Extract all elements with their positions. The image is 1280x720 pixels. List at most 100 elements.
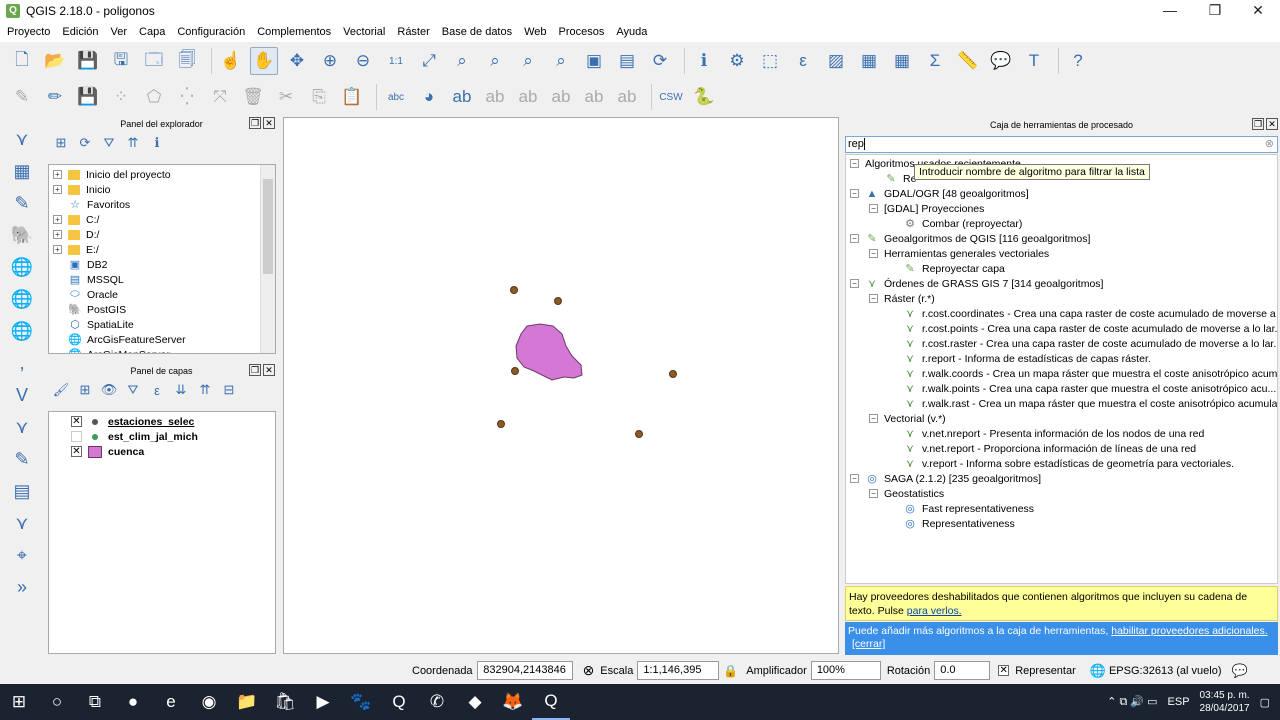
menu-item-7[interactable]: Ráster (392, 26, 436, 38)
pan-to-selection-icon[interactable]: ✥ (283, 47, 311, 75)
algorithm-tree-item[interactable]: − Geostatistics (850, 486, 1277, 501)
zoom-full-icon[interactable]: ⤢ (415, 47, 443, 75)
show-providers-link[interactable]: para verlos. (907, 605, 962, 617)
add-wms-layer-icon[interactable]: 🌐 (4, 252, 40, 282)
algorithm-tree-item[interactable]: ✎ Reproyectar capa (850, 261, 1277, 276)
expand-all-icon[interactable]: ⇊ (172, 382, 190, 398)
tray-icons[interactable]: ⌃ ⧉ 🔊 ▭ (1107, 695, 1157, 709)
add-virtual-layer-icon[interactable]: V (4, 380, 40, 410)
algorithm-tree-item[interactable]: − ◎ SAGA (2.1.2) [235 geoalgoritmos] (850, 471, 1277, 486)
pin-labels-icon[interactable]: ab (481, 83, 509, 111)
action-icon[interactable]: ⚙ (723, 47, 751, 75)
add-selected-icon[interactable]: ⊞ (52, 135, 70, 151)
collapse-all-icon[interactable]: ⇈ (124, 135, 142, 151)
collapse-icon[interactable]: − (850, 279, 859, 288)
zoom-layer-icon[interactable]: ⌕ (481, 47, 509, 75)
field-calculator-icon[interactable]: ▦ (888, 47, 916, 75)
close-info-link[interactable]: [cerrar] (852, 638, 885, 650)
zoom-in-icon[interactable]: ⊕ (316, 47, 344, 75)
algorithm-tree-item[interactable]: − Herramientas generales vectoriales (850, 246, 1277, 261)
map-canvas[interactable] (283, 117, 839, 654)
style-icon[interactable]: 🖌 (52, 382, 70, 398)
qgis-active-icon[interactable]: Q (532, 684, 570, 720)
add-vector-layer-icon[interactable]: ⋎ (4, 124, 40, 154)
algorithm-search-input[interactable]: rep ⊗ (845, 136, 1278, 153)
new-temp-layer-icon[interactable]: ⋎ (4, 508, 40, 538)
browser-item[interactable]: +⬭Oracle (53, 287, 275, 302)
qgis-icon[interactable]: Q (380, 684, 418, 720)
new-bookmark-icon[interactable]: ▣ (580, 47, 608, 75)
browser-item[interactable]: + Inicio del proyecto (53, 167, 275, 182)
add-feature-icon[interactable]: ⁘ (107, 83, 135, 111)
cut-features-icon[interactable]: ✂ (272, 83, 300, 111)
touch-zoom-icon[interactable]: ☝ (217, 47, 245, 75)
expand-icon[interactable]: + (53, 185, 62, 194)
lock-scale-icon[interactable]: 🔒 (723, 664, 738, 678)
algorithm-tree-item[interactable]: ⋎ r.walk.points - Crea una capa raster qu… (850, 381, 1277, 396)
more-icon[interactable]: » (4, 572, 40, 602)
layer-visibility-checkbox[interactable] (71, 431, 82, 442)
float-button[interactable]: ❐ (249, 117, 261, 129)
algorithm-tree-item[interactable]: ⋎ r.walk.rast - Crea un mapa ráster que m… (850, 396, 1277, 411)
algorithm-tree-item[interactable]: − Ráster (r.*) (850, 291, 1277, 306)
app-icon[interactable]: ◆ (456, 684, 494, 720)
collapse-icon[interactable]: − (869, 414, 878, 423)
menu-item-1[interactable]: Edición (57, 26, 105, 38)
algorithm-tree-item[interactable]: − ▲ GDAL/OGR [48 geoalgoritmos] (850, 186, 1277, 201)
manage-visibility-icon[interactable]: 👁 (100, 382, 118, 398)
browser-item[interactable]: + D:/ (53, 227, 275, 242)
add-polygon-icon[interactable]: ⬠ (140, 83, 168, 111)
browser-scrollbar[interactable] (260, 165, 275, 353)
highlight-labels-icon[interactable]: ab (448, 83, 476, 111)
render-checkbox[interactable]: ✕ (998, 665, 1010, 676)
menu-item-0[interactable]: Proyecto (2, 26, 57, 38)
csw-icon[interactable]: CSW (657, 83, 685, 111)
algorithm-tree-item[interactable]: ⋎ r.report - Informa de estadísticas de c… (850, 351, 1277, 366)
show-bookmarks-icon[interactable]: ▤ (613, 47, 641, 75)
pan-icon[interactable]: ✋ (250, 47, 278, 75)
algorithm-tree-item[interactable]: ⚙ Combar (reproyectar) (850, 216, 1277, 231)
remove-layer-icon[interactable]: ⊟ (220, 382, 238, 398)
browser-item[interactable]: +▣DB2 (53, 257, 275, 272)
algorithm-tree-item[interactable]: ⋎ r.cost.points - Crea una capa raster de… (850, 321, 1277, 336)
float-button[interactable]: ❐ (249, 364, 261, 376)
menu-item-4[interactable]: Configuración (172, 26, 252, 38)
maximize-button[interactable]: ❐ (1193, 0, 1237, 22)
store-icon[interactable]: 🛍 (266, 684, 304, 720)
label-tool-icon[interactable]: abc (382, 83, 410, 111)
measure-icon[interactable]: 📏 (954, 47, 982, 75)
algorithm-tree-item[interactable]: ⋎ v.net.nreport - Presenta información de… (850, 426, 1277, 441)
select-features-icon[interactable]: ⬚ (756, 47, 784, 75)
algorithm-tree-item[interactable]: ⋎ r.cost.raster - Crea una capa raster de… (850, 336, 1277, 351)
collapse-icon[interactable]: − (850, 474, 859, 483)
menu-item-5[interactable]: Complementos (252, 26, 338, 38)
notifications-icon[interactable]: ▢ (1260, 696, 1270, 709)
algorithm-tree-item[interactable]: ◎ Fast representativeness (850, 501, 1277, 516)
open-project-icon[interactable]: 📂 (41, 47, 69, 75)
save-project-icon[interactable]: 💾 (74, 47, 102, 75)
clear-search-icon[interactable]: ⊗ (1265, 137, 1274, 152)
algorithm-tree-item[interactable]: − ⋎ Órdenes de GRASS GIS 7 [314 geoalgorit… (850, 276, 1277, 291)
collapse-icon[interactable]: − (869, 249, 878, 258)
menu-item-2[interactable]: Ver (106, 26, 135, 38)
algorithm-tree-item[interactable]: ⋎ v.report - Informa sobre estadísticas d… (850, 456, 1277, 471)
menu-item-3[interactable]: Capa (134, 26, 172, 38)
scale-combo[interactable]: 1:1,146,395 (637, 661, 720, 680)
new-spatialite-icon[interactable]: ✎ (4, 444, 40, 474)
refresh-icon[interactable]: ⟳ (76, 135, 94, 151)
crs-icon[interactable]: 🌐 (1090, 663, 1106, 679)
change-label-icon[interactable]: ab (613, 83, 641, 111)
filter-expression-icon[interactable]: ε (148, 383, 166, 398)
clock[interactable]: 03:45 p. m. 28/04/2017 (1200, 689, 1250, 715)
algorithm-tree-item[interactable]: − Vectorial (v.*) (850, 411, 1277, 426)
zoom-selection-icon[interactable]: ⌕ (448, 47, 476, 75)
new-project-icon[interactable]: 🗋 (8, 47, 36, 75)
new-shapefile-icon[interactable]: ⋎ (4, 412, 40, 442)
cortana-icon[interactable]: ○ (38, 684, 76, 720)
zoom-last-icon[interactable]: ⌕ (514, 47, 542, 75)
expand-icon[interactable]: + (53, 245, 62, 254)
algorithm-tree-item[interactable]: ⋎ r.walk.coords - Crea un mapa ráster que… (850, 366, 1277, 381)
statistics-icon[interactable]: Σ (921, 47, 949, 75)
collapse-icon[interactable]: − (850, 159, 859, 168)
deselect-icon[interactable]: ▨ (822, 47, 850, 75)
